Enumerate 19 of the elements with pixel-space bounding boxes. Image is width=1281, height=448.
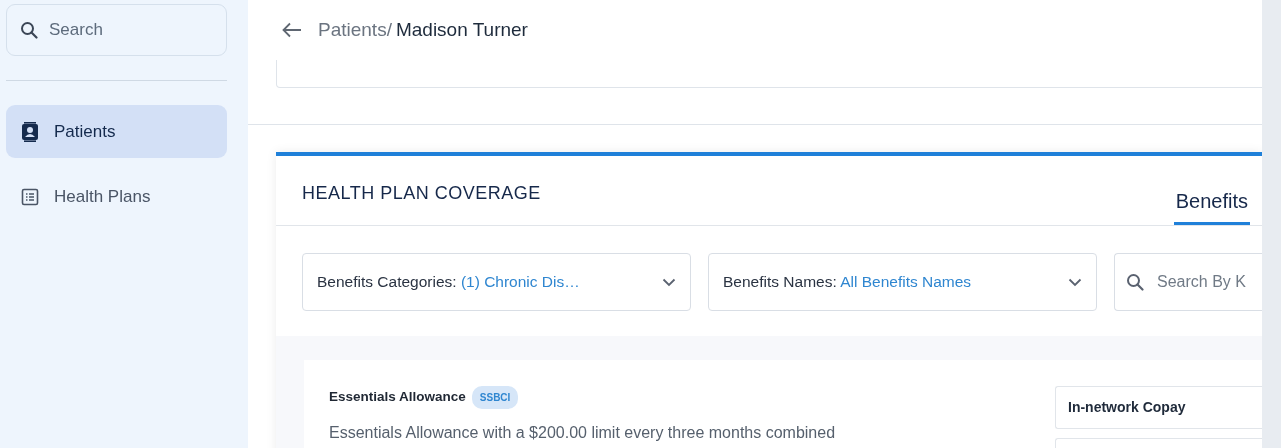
cost-row: In-network Copay bbox=[1055, 386, 1262, 429]
benefit-name: Essentials Allowance bbox=[329, 388, 466, 407]
chevron-down-icon bbox=[1068, 277, 1082, 287]
search-field[interactable]: Search bbox=[6, 4, 227, 56]
breadcrumb-link[interactable]: Patients/ bbox=[318, 15, 392, 45]
search-field[interactable]: Search By K bbox=[1114, 253, 1262, 311]
filter-dropdown[interactable]: Benefits Categories: (1) Chronic Dis… bbox=[302, 253, 691, 311]
scrollbar[interactable] bbox=[1262, 0, 1281, 448]
section-title: HEALTH PLAN COVERAGE bbox=[302, 182, 541, 205]
sidebar-item[interactable]: Health Plans bbox=[6, 170, 227, 223]
tab[interactable]: Benefits bbox=[1173, 156, 1250, 225]
list-icon bbox=[20, 186, 40, 207]
benefit-description: Essentials Allowance with a $200.00 limit every three months combined bbox=[329, 423, 836, 443]
benefit-tag: SSBCI bbox=[471, 386, 519, 409]
sidebar-item[interactable]: Patients bbox=[6, 105, 227, 158]
filter-dropdown[interactable]: Benefits Names: All Benefits Names bbox=[708, 253, 1097, 311]
contact-card-icon bbox=[20, 121, 40, 142]
breadcrumb-current: Madison Turner bbox=[395, 17, 528, 42]
chevron-down-icon bbox=[662, 277, 676, 287]
